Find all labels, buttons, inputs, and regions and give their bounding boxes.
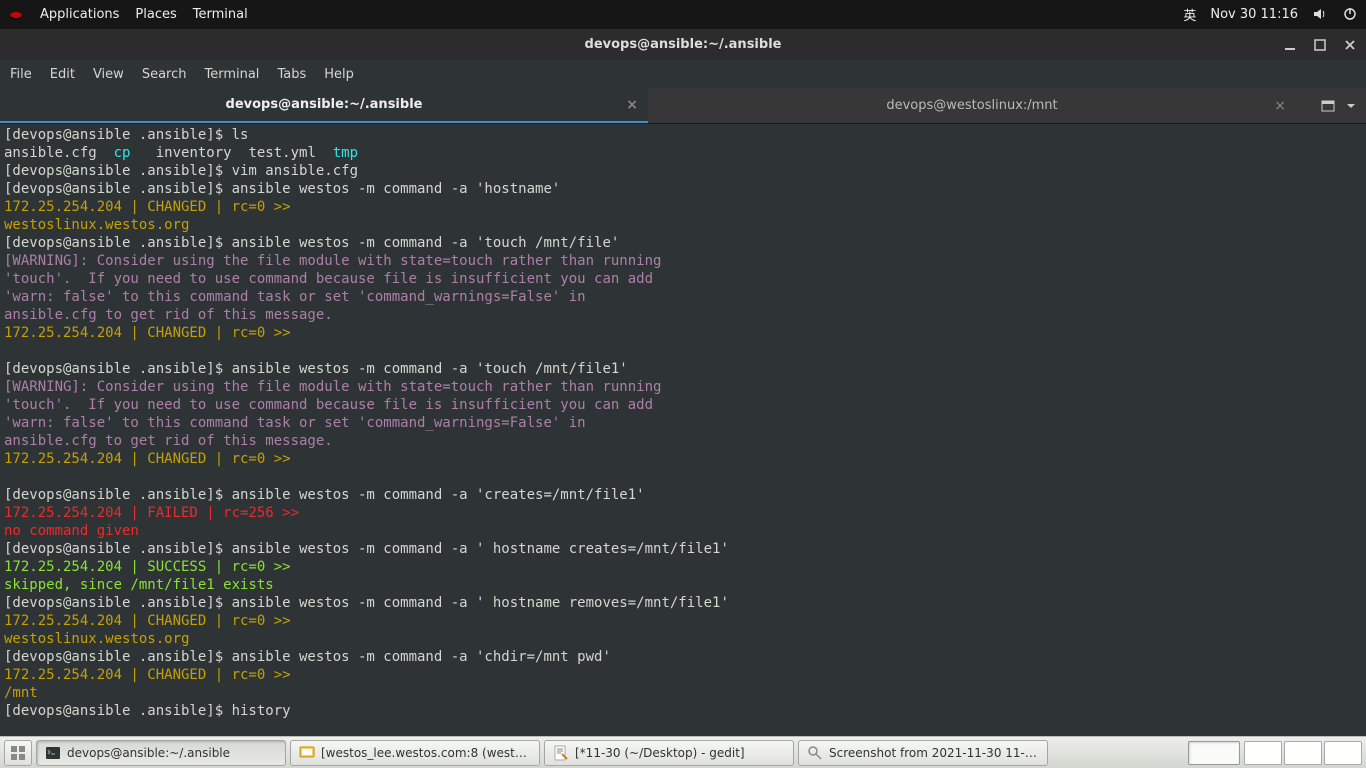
tab-bar: devops@ansible:~/.ansible × devops@westo… bbox=[0, 88, 1366, 124]
term-warning: [WARNING]: Consider using the file modul… bbox=[4, 379, 661, 395]
applications-menu[interactable]: Applications bbox=[40, 7, 119, 22]
workspace-2[interactable] bbox=[1284, 741, 1322, 765]
task-label: [*11-30 (~/Desktop) - gedit] bbox=[575, 746, 745, 760]
tab-ansible[interactable]: devops@ansible:~/.ansible × bbox=[0, 88, 648, 123]
menu-help[interactable]: Help bbox=[324, 67, 354, 82]
term-output: westoslinux.westos.org bbox=[4, 631, 189, 647]
taskbar: devops@ansible:~/.ansible [westos_lee.we… bbox=[0, 736, 1366, 768]
term-line: [devops@ansible .ansible]$ ansible westo… bbox=[4, 595, 729, 611]
menu-search[interactable]: Search bbox=[142, 67, 187, 82]
term-line: [devops@ansible .ansible]$ vim ansible.c… bbox=[4, 163, 358, 179]
term-line: ansible.cfg bbox=[4, 145, 114, 161]
tab-westoslinux[interactable]: devops@westoslinux:/mnt × bbox=[648, 88, 1296, 123]
term-dir: tmp bbox=[333, 145, 358, 161]
maximize-button[interactable] bbox=[1314, 39, 1328, 51]
term-warning: 'touch'. If you need to use command beca… bbox=[4, 397, 653, 413]
tab-label: devops@ansible:~/.ansible bbox=[226, 97, 423, 112]
menubar: File Edit View Search Terminal Tabs Help bbox=[0, 60, 1366, 88]
task-gedit[interactable]: [*11-30 (~/Desktop) - gedit] bbox=[544, 740, 794, 766]
minimize-button[interactable] bbox=[1284, 39, 1298, 51]
task-label: [westos_lee.westos.com:8 (westos)... bbox=[321, 746, 531, 760]
term-warning: [WARNING]: Consider using the file modul… bbox=[4, 253, 661, 269]
term-line: [devops@ansible .ansible]$ ansible westo… bbox=[4, 541, 729, 557]
term-status-failed: 172.25.254.204 | FAILED | rc=256 >> bbox=[4, 505, 299, 521]
term-line: [devops@ansible .ansible]$ ansible westo… bbox=[4, 181, 560, 197]
tab-menu-chevron-icon[interactable] bbox=[1346, 101, 1356, 111]
show-desktop-button[interactable] bbox=[4, 740, 32, 766]
task-label: Screenshot from 2021-11-30 11-0... bbox=[829, 746, 1039, 760]
tab-close-icon[interactable]: × bbox=[626, 97, 638, 113]
term-line: [devops@ansible .ansible]$ ansible westo… bbox=[4, 649, 611, 665]
term-line: [devops@ansible .ansible]$ ansible westo… bbox=[4, 235, 619, 251]
notification-area[interactable] bbox=[1188, 741, 1240, 765]
task-screenshot[interactable]: Screenshot from 2021-11-30 11-0... bbox=[798, 740, 1048, 766]
new-tab-button[interactable] bbox=[1320, 98, 1336, 114]
workspace-3[interactable] bbox=[1324, 741, 1362, 765]
term-warning: ansible.cfg to get rid of this message. bbox=[4, 307, 333, 323]
term-status-changed: 172.25.254.204 | CHANGED | rc=0 >> bbox=[4, 325, 291, 341]
tab-close-icon[interactable]: × bbox=[1274, 98, 1286, 114]
term-line: [devops@ansible .ansible]$ ansible westo… bbox=[4, 487, 645, 503]
term-line: [devops@ansible .ansible]$ ls bbox=[4, 127, 248, 143]
gnome-top-panel: Applications Places Terminal 英 Nov 30 11… bbox=[0, 0, 1366, 28]
term-output: /mnt bbox=[4, 685, 38, 701]
places-menu[interactable]: Places bbox=[135, 7, 176, 22]
term-warning: 'warn: false' to this command task or se… bbox=[4, 289, 586, 305]
task-remote[interactable]: [westos_lee.westos.com:8 (westos)... bbox=[290, 740, 540, 766]
workspace-pager[interactable] bbox=[1244, 741, 1362, 765]
term-warning: ansible.cfg to get rid of this message. bbox=[4, 433, 333, 449]
task-terminal[interactable]: devops@ansible:~/.ansible bbox=[36, 740, 286, 766]
term-error: no command given bbox=[4, 523, 139, 539]
menu-view[interactable]: View bbox=[93, 67, 124, 82]
menu-file[interactable]: File bbox=[10, 67, 32, 82]
term-status-changed: 172.25.254.204 | CHANGED | rc=0 >> bbox=[4, 613, 291, 629]
volume-icon[interactable] bbox=[1312, 6, 1328, 22]
terminal-output[interactable]: [devops@ansible .ansible]$ ls ansible.cf… bbox=[0, 124, 1366, 736]
term-line: [devops@ansible .ansible]$ ansible westo… bbox=[4, 361, 628, 377]
term-status-changed: 172.25.254.204 | CHANGED | rc=0 >> bbox=[4, 199, 291, 215]
terminal-icon bbox=[45, 745, 61, 761]
remote-desktop-icon bbox=[299, 745, 315, 761]
menu-edit[interactable]: Edit bbox=[50, 67, 75, 82]
term-status-changed: 172.25.254.204 | CHANGED | rc=0 >> bbox=[4, 667, 291, 683]
image-viewer-icon bbox=[807, 745, 823, 761]
task-label: devops@ansible:~/.ansible bbox=[67, 746, 230, 760]
ime-indicator[interactable]: 英 bbox=[1183, 5, 1196, 24]
menu-tabs[interactable]: Tabs bbox=[277, 67, 306, 82]
clock[interactable]: Nov 30 11:16 bbox=[1210, 7, 1298, 22]
tab-label: devops@westoslinux:/mnt bbox=[886, 98, 1057, 113]
term-warning: 'warn: false' to this command task or se… bbox=[4, 415, 586, 431]
term-line: inventory test.yml bbox=[130, 145, 332, 161]
window-titlebar[interactable]: devops@ansible:~/.ansible bbox=[0, 28, 1366, 60]
term-output: skipped, since /mnt/file1 exists bbox=[4, 577, 274, 593]
term-dir: cp bbox=[114, 145, 131, 161]
term-line: [devops@ansible .ansible]$ history bbox=[4, 703, 291, 719]
window-title: devops@ansible:~/.ansible bbox=[585, 37, 782, 52]
close-button[interactable] bbox=[1344, 39, 1358, 51]
workspace-1[interactable] bbox=[1244, 741, 1282, 765]
term-output: westoslinux.westos.org bbox=[4, 217, 189, 233]
menu-terminal[interactable]: Terminal bbox=[204, 67, 259, 82]
terminal-menu[interactable]: Terminal bbox=[193, 7, 248, 22]
gedit-icon bbox=[553, 745, 569, 761]
term-status-changed: 172.25.254.204 | CHANGED | rc=0 >> bbox=[4, 451, 291, 467]
terminal-window: devops@ansible:~/.ansible File Edit View… bbox=[0, 28, 1366, 736]
redhat-logo-icon bbox=[8, 6, 24, 22]
power-icon[interactable] bbox=[1342, 6, 1358, 22]
term-status-success: 172.25.254.204 | SUCCESS | rc=0 >> bbox=[4, 559, 291, 575]
term-warning: 'touch'. If you need to use command beca… bbox=[4, 271, 653, 287]
